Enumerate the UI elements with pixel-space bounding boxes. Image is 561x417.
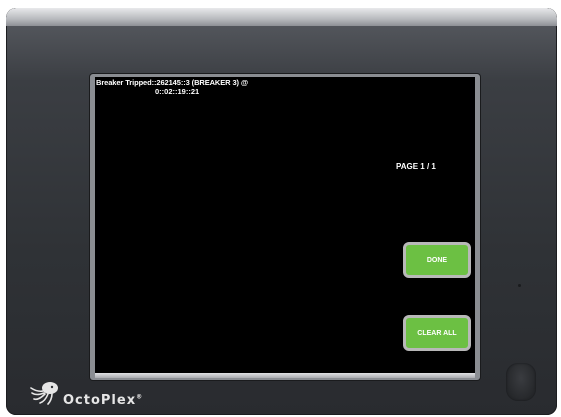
octopus-icon <box>30 382 58 405</box>
bottom-metal-strip <box>95 373 475 378</box>
page-indicator: PAGE 1 / 1 <box>396 162 436 171</box>
logo-wordmark: OctoPlex® <box>63 393 144 408</box>
proximity-sensor <box>506 363 536 401</box>
octoplex-logo: OctoPlex® <box>30 380 180 410</box>
alarm-message: Breaker Tripped::262145::3 (BREAKER 3) @ <box>96 78 249 87</box>
alarm-timestamp: 0::02::19::21 <box>155 87 200 96</box>
top-metal-strip <box>6 8 557 26</box>
clear-all-button[interactable]: CLEAR ALL <box>403 315 471 351</box>
touch-screen: Breaker Tripped::262145::3 (BREAKER 3) @… <box>95 77 475 373</box>
indicator-dot <box>518 284 521 287</box>
done-button[interactable]: DONE <box>403 242 471 278</box>
device-bezel: Breaker Tripped::262145::3 (BREAKER 3) @… <box>6 8 557 415</box>
